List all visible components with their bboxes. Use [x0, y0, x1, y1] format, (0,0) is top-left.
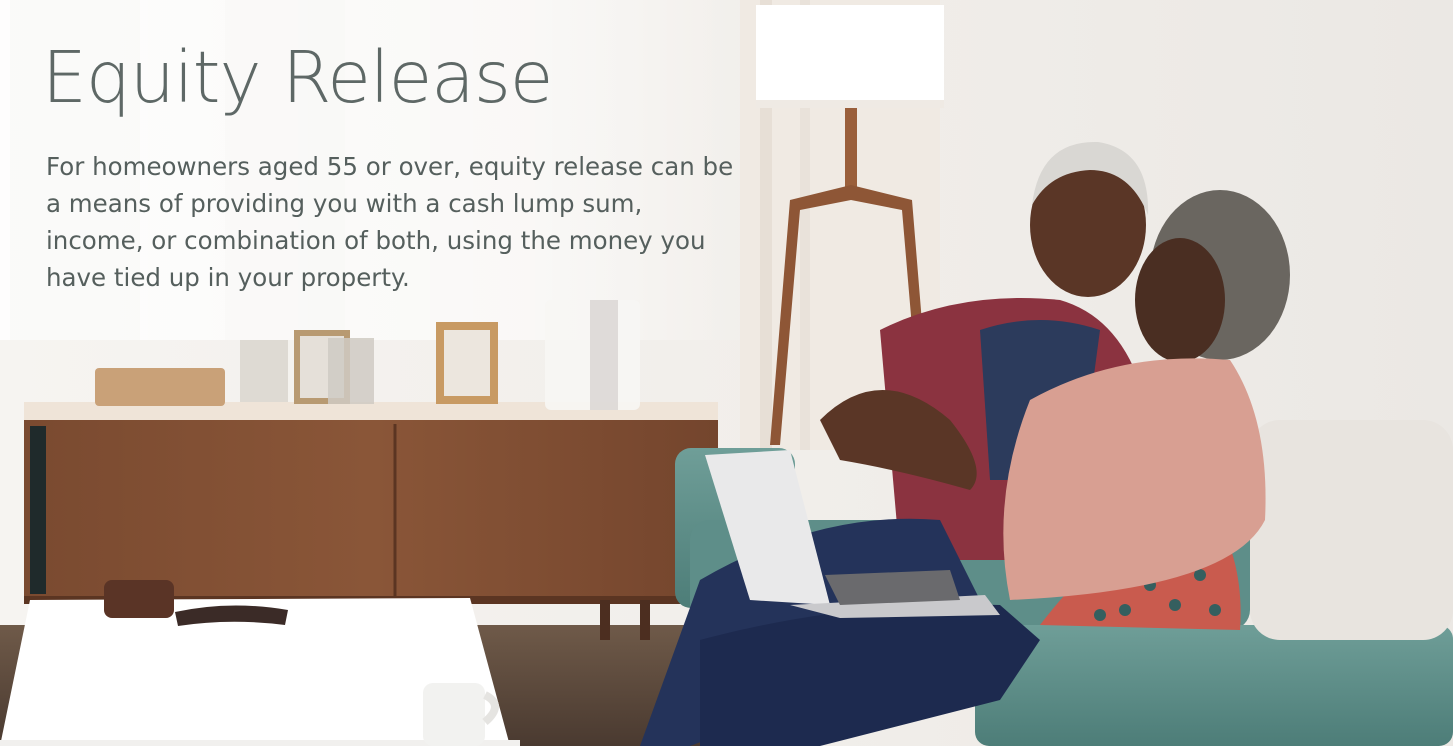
hero-description: For homeowners aged 55 or over, equity r… — [46, 152, 734, 292]
hero-text-panel: Equity Release For homeowners aged 55 or… — [0, 0, 760, 330]
page-title: Equity Release — [42, 36, 553, 119]
hero-banner: Equity Release For homeowners aged 55 or… — [0, 0, 1453, 746]
